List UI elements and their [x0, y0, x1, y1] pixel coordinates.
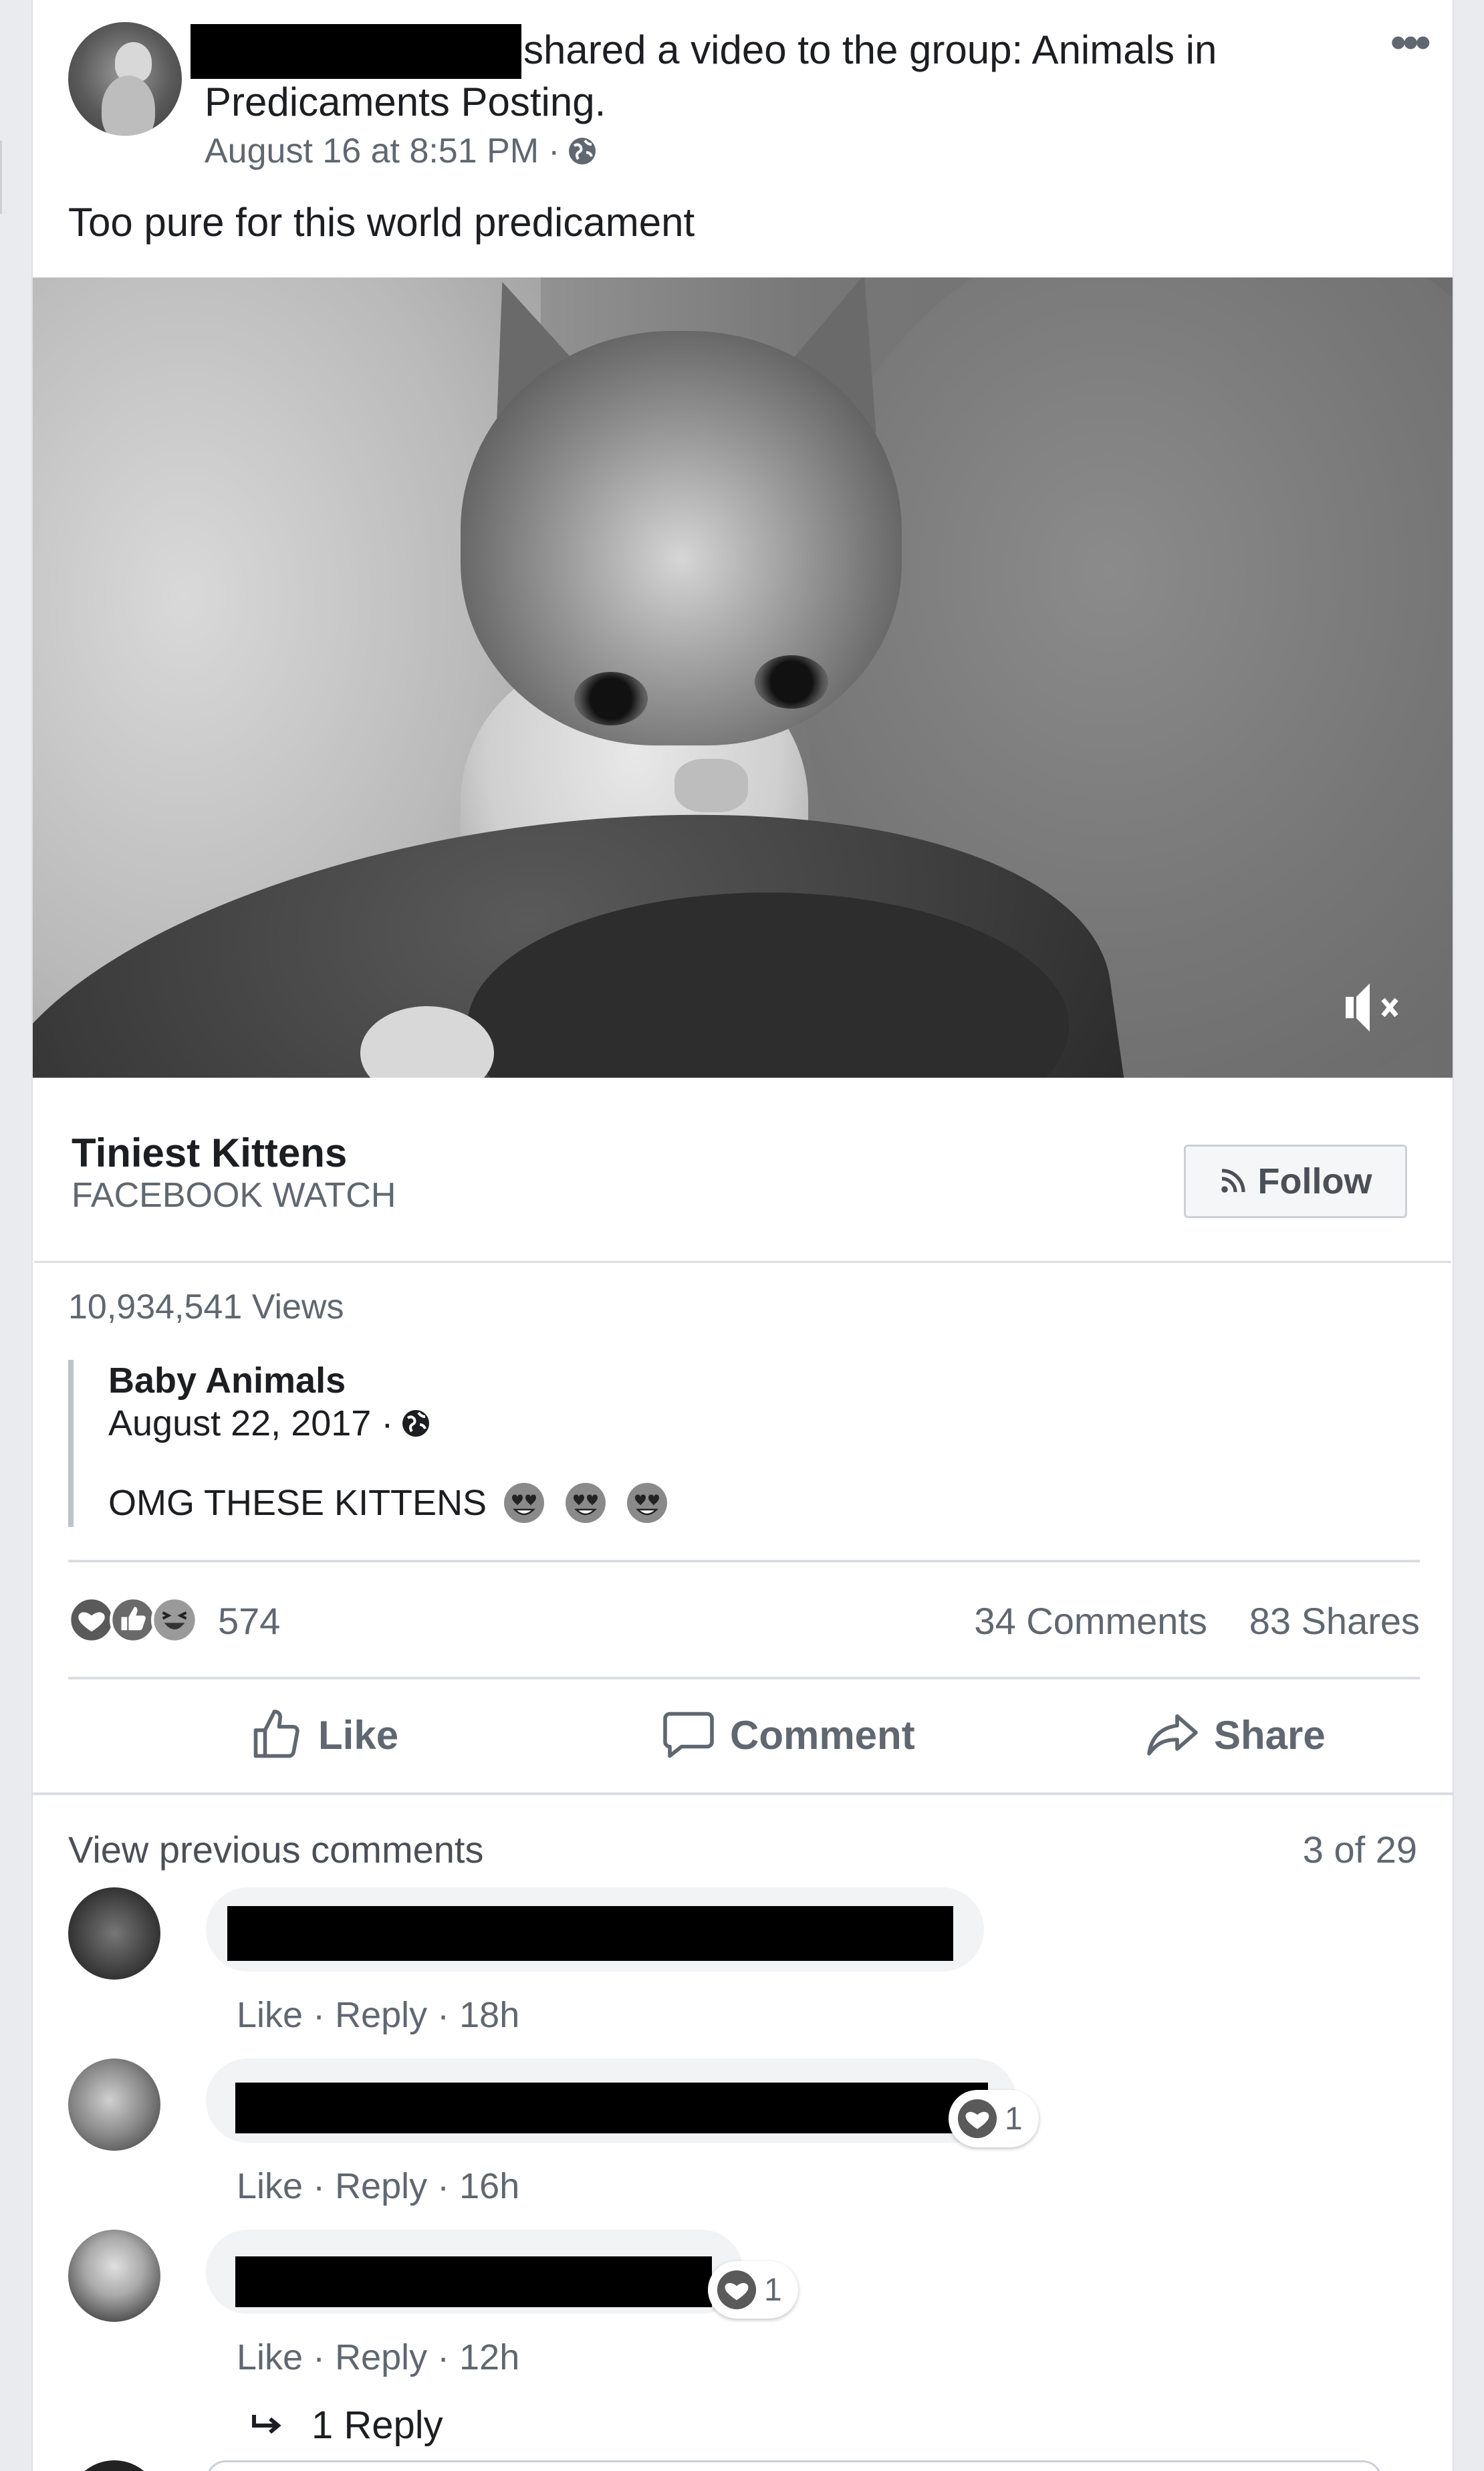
- reactions-summary: 574 34 Comments 83 Shares: [68, 1578, 1420, 1665]
- share-arrow-icon: [1147, 1714, 1198, 1756]
- comment-time[interactable]: 16h: [459, 2166, 519, 2206]
- comment-bubble: [206, 1887, 984, 1972]
- more-options-icon[interactable]: •••: [1390, 19, 1431, 66]
- like-reaction-icon: [110, 1597, 156, 1643]
- thumbs-up-icon: [253, 1710, 299, 1758]
- post-actions: Like Comment Share: [68, 1681, 1420, 1788]
- comment-bubble: [206, 2460, 1382, 2471]
- like-label: Like: [318, 1712, 399, 1758]
- comment-like-link[interactable]: Like: [237, 1995, 303, 2035]
- love-reaction-icon: [717, 2270, 757, 2310]
- like-button[interactable]: Like: [249, 1681, 398, 1788]
- divider: [68, 1560, 1420, 1562]
- haha-reaction-icon: [151, 1597, 198, 1643]
- share-button[interactable]: Share: [1144, 1681, 1326, 1788]
- video-kitten-eye-left: [574, 672, 648, 725]
- view-previous-comments-link[interactable]: View previous comments: [68, 1829, 483, 1871]
- view-count: 10,934,541 Views: [68, 1288, 344, 1326]
- muted-speaker-icon[interactable]: [1340, 977, 1407, 1038]
- replies-label: 1 Reply: [312, 2403, 443, 2447]
- comment-reply-link[interactable]: Reply: [335, 1995, 427, 2035]
- rss-icon: [1221, 1169, 1245, 1193]
- comment-button[interactable]: Comment: [660, 1681, 915, 1788]
- meta-separator: ·: [548, 132, 560, 170]
- post-body-text: Too pure for this world predicament: [68, 200, 695, 245]
- left-rail: [0, 0, 31, 2471]
- comment-actions: Like · Reply · 18h: [237, 1995, 520, 2035]
- redacted-comment: [235, 2256, 712, 2307]
- original-post-quote: Baby Animals August 22, 2017 · OMG THESE…: [68, 1360, 742, 1527]
- heart-eyes-emoji: [504, 1483, 545, 1523]
- original-post-meta: August 22, 2017 ·: [108, 1403, 432, 1444]
- reply-arrow-icon: [252, 2415, 281, 2434]
- redacted-poster-name: [191, 24, 521, 79]
- post-card: shared a video to the group: Animals in …: [31, 0, 1454, 2471]
- reaction-icons[interactable]: [68, 1597, 198, 1643]
- avatar-figure-body: [102, 76, 155, 136]
- comment-bubble-icon: [663, 1712, 714, 1758]
- follow-label: Follow: [1257, 1161, 1372, 1201]
- comment-like-link[interactable]: Like: [237, 2337, 303, 2377]
- original-post-text: OMG THESE KITTENS: [108, 1483, 487, 1523]
- love-reaction-icon: [68, 1597, 115, 1643]
- follow-button[interactable]: Follow: [1184, 1145, 1407, 1218]
- love-reaction-icon: [957, 2099, 997, 2139]
- comment-time[interactable]: 18h: [459, 1995, 519, 2035]
- comment-time[interactable]: 12h: [459, 2337, 519, 2377]
- comment-bubble: [206, 2058, 1017, 2143]
- divider: [68, 1677, 1420, 1679]
- redacted-comment: [227, 1906, 953, 1961]
- commenter-avatar[interactable]: [68, 2230, 160, 2322]
- comment-actions: Like · Reply · 12h: [237, 2337, 520, 2377]
- video-source-label: FACEBOOK WATCH: [72, 1176, 396, 1215]
- shares-count[interactable]: 83 Shares: [1249, 1600, 1420, 1643]
- rail-divider: [0, 140, 2, 214]
- divider: [33, 1792, 1453, 1795]
- comment-item: Like · Reply · 18h: [68, 1887, 1405, 2048]
- comment-item: 1 Like · Reply · 12h: [68, 2230, 1405, 2390]
- poster-avatar[interactable]: [68, 22, 182, 136]
- video-player[interactable]: [33, 277, 1453, 1078]
- video-kitten-nose: [674, 759, 748, 812]
- original-post-text-row: OMG THESE KITTENS: [108, 1482, 668, 1524]
- video-attachment-info: Tiniest Kittens FACEBOOK WATCH Follow: [34, 1078, 1451, 1263]
- comment-actions: Like · Reply · 16h: [237, 2166, 520, 2206]
- commenter-avatar[interactable]: [68, 1887, 160, 1980]
- comment-reaction-count: 1: [1005, 2101, 1023, 2137]
- video-kitten-head: [461, 331, 902, 745]
- post-meta: August 16 at 8:51 PM ·: [205, 131, 598, 171]
- group-name-link[interactable]: Predicaments Posting.: [205, 79, 606, 126]
- comment-reply-link[interactable]: Reply: [335, 2166, 427, 2206]
- commenter-avatar[interactable]: [68, 2460, 160, 2471]
- comment-reaction-count: 1: [764, 2272, 782, 2308]
- comment-reaction-badge[interactable]: 1: [708, 2261, 798, 2319]
- comment-reply-link[interactable]: Reply: [335, 2337, 427, 2377]
- commenter-avatar[interactable]: [68, 2058, 160, 2151]
- video-kitten-eye-right: [755, 655, 828, 709]
- post-timestamp[interactable]: August 16 at 8:51 PM: [205, 131, 539, 171]
- comment-pager: 3 of 29: [1302, 1829, 1417, 1871]
- right-rail: [1454, 0, 1484, 2471]
- heart-eyes-emoji: [627, 1483, 668, 1523]
- globe-icon: [402, 1410, 430, 1437]
- comments-count[interactable]: 34 Comments: [974, 1600, 1207, 1643]
- view-replies-link[interactable]: 1 Reply: [250, 2403, 443, 2448]
- original-post-author[interactable]: Baby Animals: [108, 1360, 346, 1401]
- heart-eyes-emoji: [566, 1483, 606, 1523]
- comment-reaction-badge[interactable]: 1: [949, 2090, 1039, 2147]
- globe-icon: [569, 138, 596, 164]
- comment-bubble: [206, 2230, 743, 2314]
- original-post-date[interactable]: August 22, 2017 ·: [108, 1403, 393, 1444]
- post-header-text: shared a video to the group: Animals in: [523, 27, 1217, 72]
- redacted-comment: [235, 2083, 988, 2133]
- comment-item: 1 Like · Reply · 16h: [68, 2058, 1405, 2219]
- video-page-title[interactable]: Tiniest Kittens: [72, 1130, 347, 1177]
- share-label: Share: [1214, 1712, 1326, 1758]
- reaction-count[interactable]: 574: [218, 1600, 280, 1643]
- comment-like-link[interactable]: Like: [237, 2166, 303, 2206]
- comment-label: Comment: [730, 1712, 915, 1758]
